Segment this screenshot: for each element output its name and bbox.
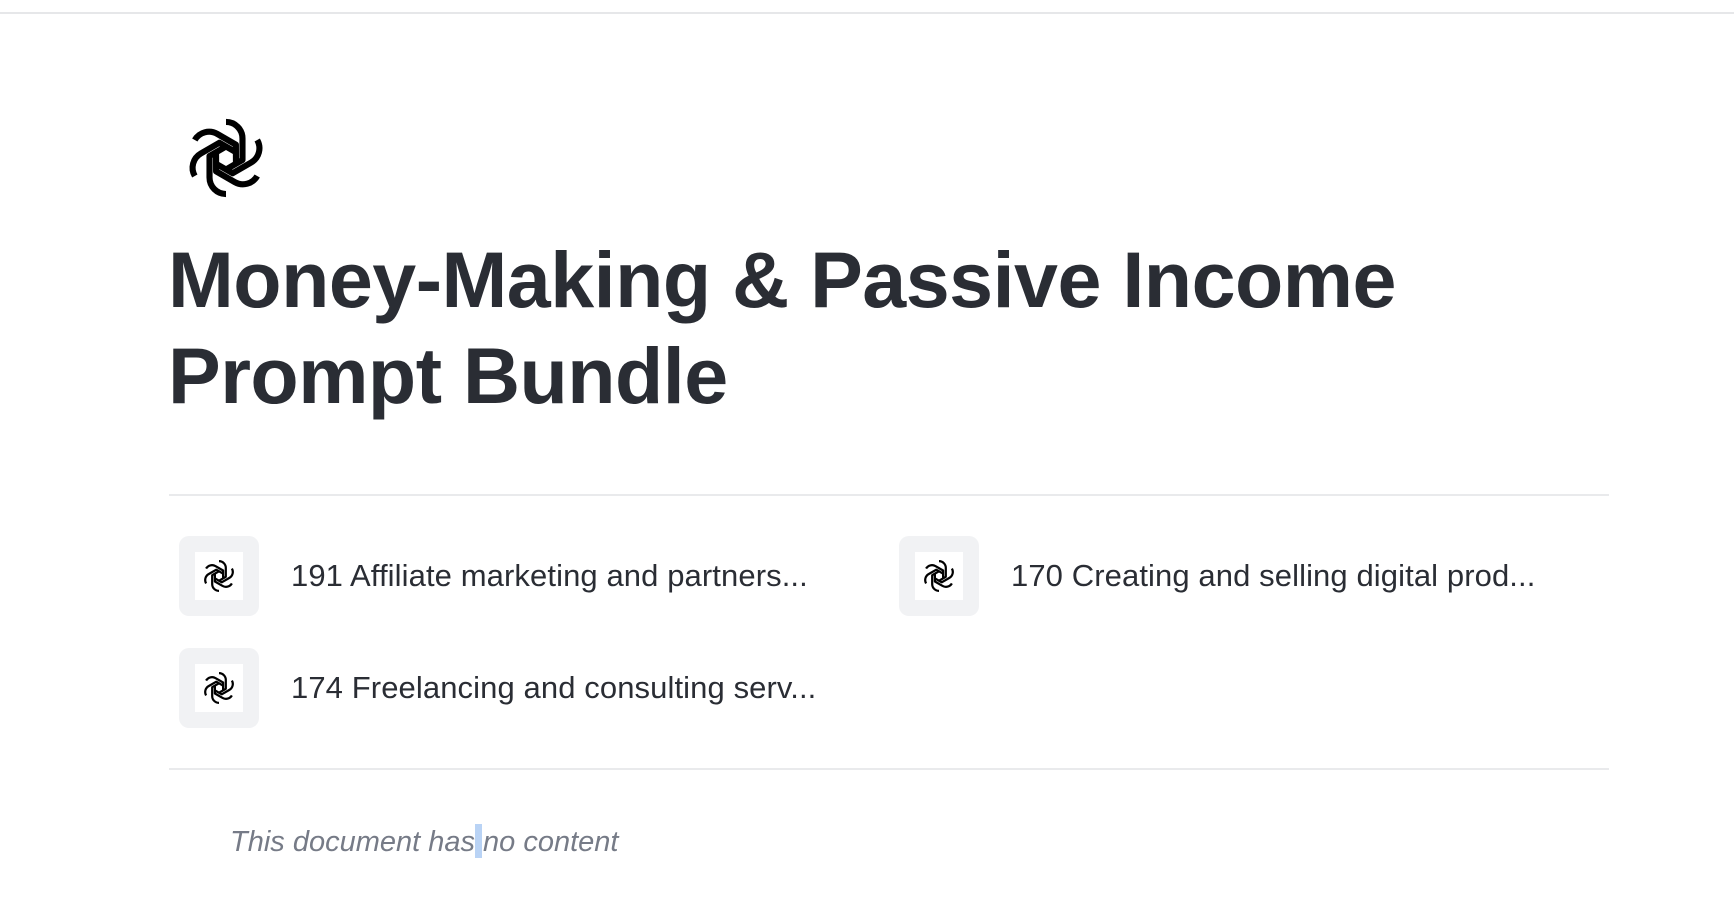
openai-logo-icon[interactable]: [180, 112, 272, 204]
text-cursor: [475, 824, 483, 858]
placeholder-text-start: This document has: [230, 826, 476, 858]
subpage-link-affiliate-marketing[interactable]: 191 Affiliate marketing and partners...: [179, 536, 808, 616]
divider: [169, 768, 1609, 770]
openai-logo-icon: [920, 557, 958, 595]
subpage-label: 174 Freelancing and consulting serv...: [291, 670, 817, 705]
empty-document-placeholder[interactable]: This document has no content: [230, 824, 618, 859]
openai-logo-icon: [200, 557, 238, 595]
subpage-link-freelancing[interactable]: 174 Freelancing and consulting serv...: [179, 648, 816, 728]
subpage-label: 170 Creating and selling digital prod...: [1011, 558, 1536, 593]
subpage-label: 191 Affiliate marketing and partners...: [291, 558, 808, 593]
document-page: Money-Making & Passive Income Prompt Bun…: [0, 0, 1734, 908]
openai-logo-icon: [200, 669, 238, 707]
subpage-icon-tile: [899, 536, 979, 616]
page-title[interactable]: Money-Making & Passive Income Prompt Bun…: [168, 232, 1628, 424]
subpage-link-digital-products[interactable]: 170 Creating and selling digital prod...: [899, 536, 1535, 616]
subpage-icon-tile: [179, 536, 259, 616]
top-border: [0, 12, 1734, 14]
subpage-icon-tile: [179, 648, 259, 728]
divider: [169, 494, 1609, 496]
placeholder-text-end: no content: [483, 826, 619, 858]
